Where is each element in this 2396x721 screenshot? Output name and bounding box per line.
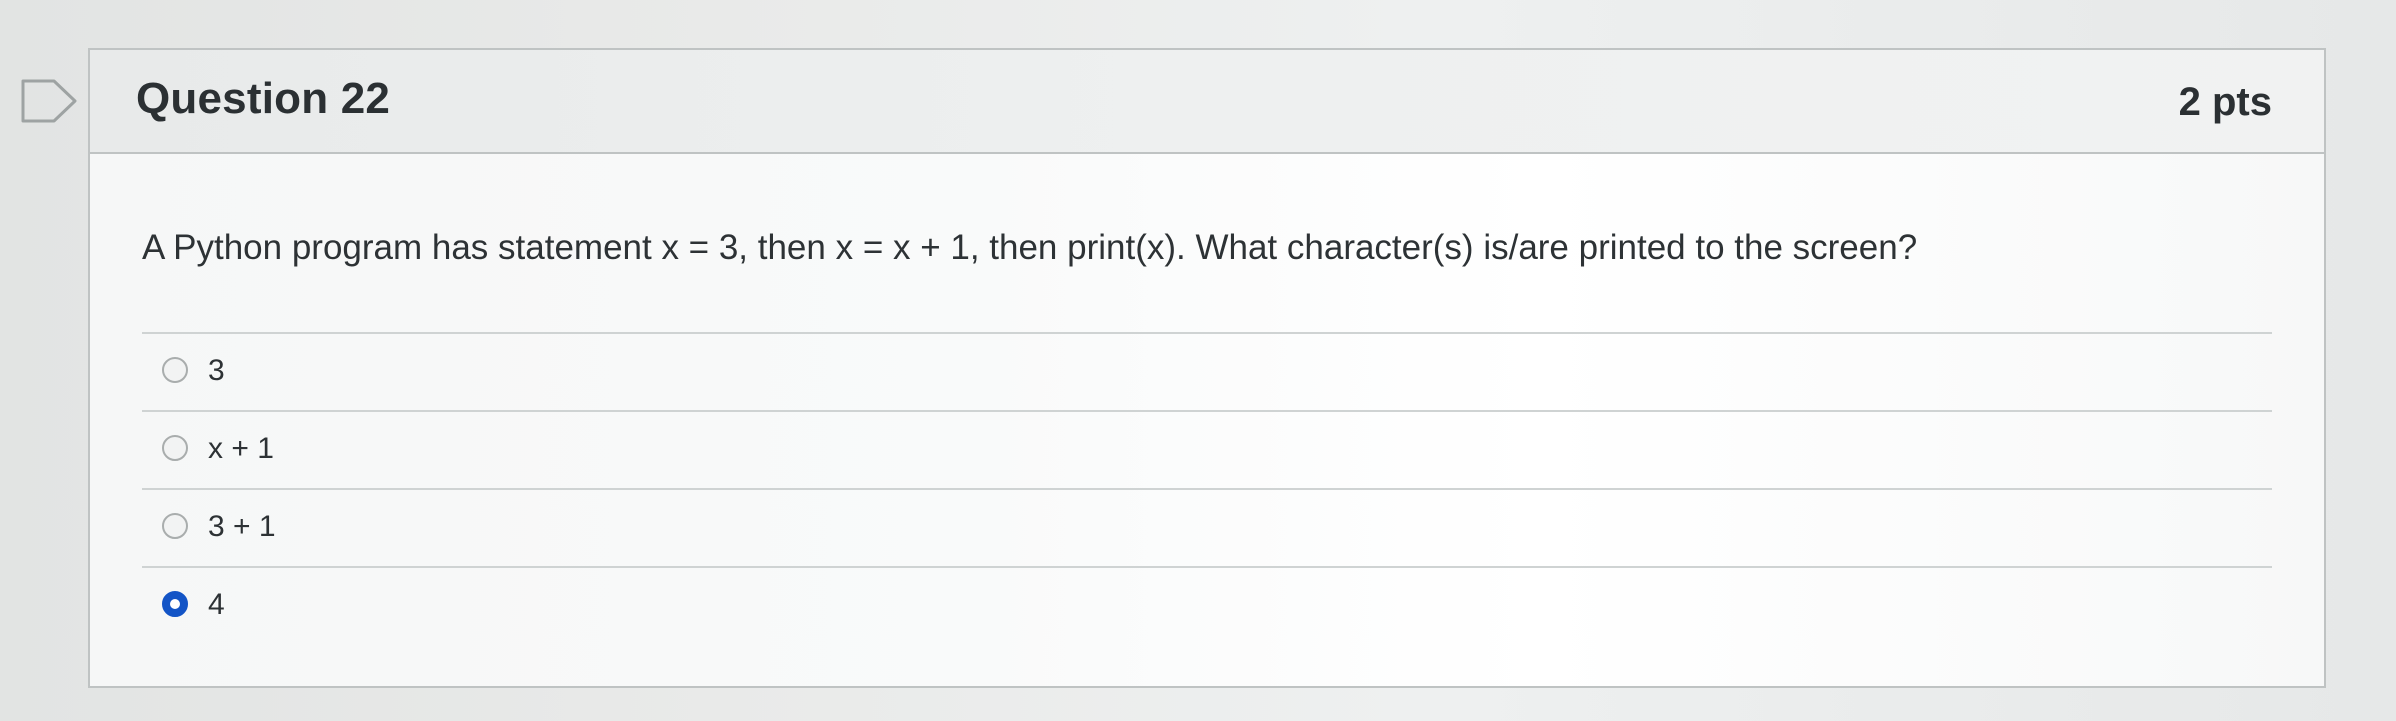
question-title: Question 22: [136, 74, 391, 123]
answer-list: 3 x + 1 3 + 1 4: [142, 332, 2272, 644]
radio-button[interactable]: [162, 357, 188, 383]
radio-button[interactable]: [162, 591, 188, 617]
question-points: 2 pts: [2178, 80, 2272, 124]
answer-option[interactable]: 3: [142, 332, 2272, 410]
bookmark-flag-icon[interactable]: [20, 78, 80, 124]
answer-option[interactable]: 4: [142, 566, 2272, 644]
question-header: Question 22 2 pts: [90, 50, 2324, 154]
radio-button[interactable]: [162, 435, 188, 461]
answer-label: 3 + 1: [208, 510, 276, 543]
answer-label: x + 1: [208, 432, 274, 465]
answer-label: 3: [208, 354, 225, 387]
quiz-page: { "question": { "title": "Question 22", …: [0, 0, 2396, 721]
radio-button[interactable]: [162, 513, 188, 539]
answer-option[interactable]: x + 1: [142, 410, 2272, 488]
answer-label: 4: [208, 588, 225, 621]
question-text: A Python program has statement x = 3, th…: [142, 228, 1918, 267]
answer-option[interactable]: 3 + 1: [142, 488, 2272, 566]
question-card: Question 22 2 pts A Python program has s…: [88, 48, 2326, 688]
